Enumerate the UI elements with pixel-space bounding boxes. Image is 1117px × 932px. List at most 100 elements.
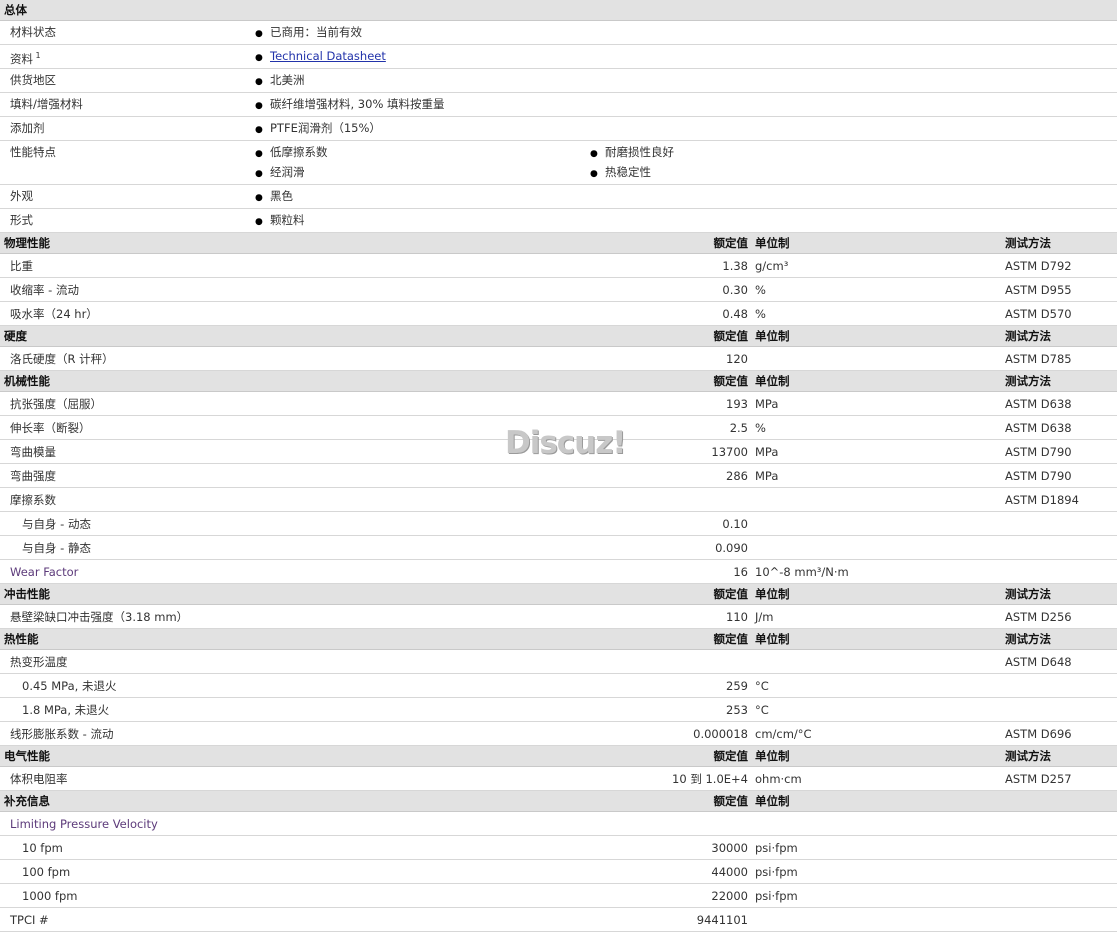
general-row: 供货地区 ● 北美洲 (0, 69, 1117, 93)
property-unit: % (755, 421, 766, 435)
property-value: 2.5 (729, 421, 748, 435)
test-method: ASTM D648 (1005, 655, 1072, 669)
column-header-unit: 单位制 (755, 632, 790, 646)
column-header-method: 测试方法 (1005, 632, 1051, 646)
property-label: TPCI # (10, 913, 49, 927)
property-value: 253 (726, 703, 748, 717)
property-label: 体积电阻率 (10, 772, 68, 786)
property-label: 弯曲强度 (10, 469, 56, 483)
property-row: 10 fpm 30000 psi·fpm (0, 836, 1117, 860)
general-row: 填料/增强材料 ● 碳纤维增强材料, 30% 填料按重量 (0, 93, 1117, 117)
bullet-icon: ● (255, 125, 263, 135)
property-value: 0.10 (722, 517, 748, 531)
footnote-marker: 1 (33, 51, 41, 60)
property-value: 22000 (711, 889, 748, 903)
section-title: 电气性能 (4, 749, 50, 763)
column-header-value: 额定值 (713, 632, 749, 646)
bullet-item[interactable]: ● Technical Datasheet (255, 45, 386, 69)
column-header-value: 额定值 (713, 236, 749, 250)
general-row: 性能特点 ● 低摩擦系数 ● 经润滑 ● 耐磨损性良好 ● 热稳定性 (0, 141, 1117, 185)
bullet-icon: ● (255, 101, 263, 111)
row-label: 材料状态 (10, 25, 56, 39)
row-label: 填料/增强材料 (10, 97, 83, 111)
section-header-s3: 冲击性能 额定值 单位制 测试方法 (0, 584, 1117, 605)
column-header-unit: 单位制 (755, 236, 790, 250)
general-row: 资料 1 ● Technical Datasheet (0, 45, 1117, 69)
section-header-general: 总体 (0, 0, 1117, 21)
property-row: 抗张强度（屈服） 193 MPa ASTM D638 (0, 392, 1117, 416)
row-label: 形式 (10, 213, 33, 227)
watermark: Discuz! (505, 425, 626, 461)
bullet-icon: ● (255, 169, 263, 179)
section-title: 硬度 (4, 329, 27, 343)
property-value: 286 (726, 469, 748, 483)
property-unit: °C (755, 703, 769, 717)
property-value: 16 (733, 565, 748, 579)
property-label: 1.8 MPa, 未退火 (22, 703, 110, 717)
column-header-value: 额定值 (713, 587, 749, 601)
property-value: 44000 (711, 865, 748, 879)
test-method: ASTM D785 (1005, 352, 1072, 366)
test-method: ASTM D638 (1005, 397, 1072, 411)
property-row: 热变形温度 ASTM D648 (0, 650, 1117, 674)
property-row: 洛氏硬度（R 计秤） 120 ASTM D785 (0, 347, 1117, 371)
property-label: 摩擦系数 (10, 493, 56, 507)
property-row: 摩擦系数 ASTM D1894 (0, 488, 1117, 512)
row-label: 资料 1 (10, 51, 41, 66)
property-row: 比重 1.38 g/cm³ ASTM D792 (0, 254, 1117, 278)
property-label: Wear Factor (10, 565, 79, 579)
row-label: 供货地区 (10, 73, 56, 87)
property-label: 热变形温度 (10, 655, 68, 669)
section-title: 总体 (4, 3, 27, 17)
row-label: 性能特点 (10, 145, 56, 159)
property-label: 与自身 - 静态 (22, 541, 91, 555)
property-unit: psi·fpm (755, 889, 798, 903)
property-row: 与自身 - 静态 0.090 (0, 536, 1117, 560)
property-value: 0.090 (715, 541, 748, 555)
column-header-value: 额定值 (713, 374, 749, 388)
property-row: TPCI # 9441101 (0, 908, 1117, 932)
property-label: 与自身 - 动态 (22, 517, 91, 531)
property-value: 0.000018 (693, 727, 748, 741)
property-unit: psi·fpm (755, 841, 798, 855)
property-row: 收缩率 - 流动 0.30% ASTM D955 (0, 278, 1117, 302)
property-label: 伸长率（断裂） (10, 421, 91, 435)
property-label: 抗张强度（屈服） (10, 397, 102, 411)
section-title: 冲击性能 (4, 587, 50, 601)
property-value: 0.30 (722, 283, 748, 297)
property-label: Limiting Pressure Velocity (10, 817, 158, 831)
property-label: 100 fpm (22, 865, 71, 879)
property-label: 线形膨胀系数 - 流动 (10, 727, 114, 741)
property-unit: °C (755, 679, 769, 693)
property-row: Wear Factor 16 10^-8 mm³/N·m (0, 560, 1117, 584)
bullet-item: ● 碳纤维增强材料, 30% 填料按重量 (255, 93, 445, 117)
test-method: ASTM D570 (1005, 307, 1072, 321)
section-header-s1: 硬度 额定值 单位制 测试方法 (0, 326, 1117, 347)
general-row: 形式 ● 颗粒料 (0, 209, 1117, 233)
test-method: ASTM D790 (1005, 445, 1072, 459)
bullet-item: ● 黑色 (255, 185, 293, 209)
bullet-icon: ● (590, 169, 598, 179)
property-label: 比重 (10, 259, 33, 273)
bullet-icon: ● (255, 77, 263, 87)
property-value: 9441101 (696, 913, 748, 927)
bullet-item: ● 已商用：当前有效 (255, 21, 362, 45)
bullet-item: ● 经润滑 (255, 161, 305, 185)
column-header-method: 测试方法 (1005, 374, 1051, 388)
column-header-unit: 单位制 (755, 374, 790, 388)
general-row: 添加剂 ● PTFE润滑剂（15%） (0, 117, 1117, 141)
test-method: ASTM D257 (1005, 772, 1072, 786)
property-row: 0.45 MPa, 未退火 259 °C (0, 674, 1117, 698)
datasheet-link[interactable]: Technical Datasheet (270, 49, 386, 63)
test-method: ASTM D638 (1005, 421, 1072, 435)
property-unit: g/cm³ (755, 259, 789, 273)
property-label: 吸水率（24 hr） (10, 307, 98, 321)
column-header-value: 额定值 (713, 749, 749, 763)
property-row: 线形膨胀系数 - 流动 0.000018 cm/cm/°C ASTM D696 (0, 722, 1117, 746)
property-row: 100 fpm 44000 psi·fpm (0, 860, 1117, 884)
section-title: 物理性能 (4, 236, 50, 250)
column-header-method: 测试方法 (1005, 587, 1051, 601)
property-value: 13700 (711, 445, 748, 459)
datasheet-table: 总体 材料状态 ● 已商用：当前有效 资料 1 ● Technical Datasheet 供… (0, 0, 1117, 932)
column-header-unit: 单位制 (755, 794, 790, 808)
